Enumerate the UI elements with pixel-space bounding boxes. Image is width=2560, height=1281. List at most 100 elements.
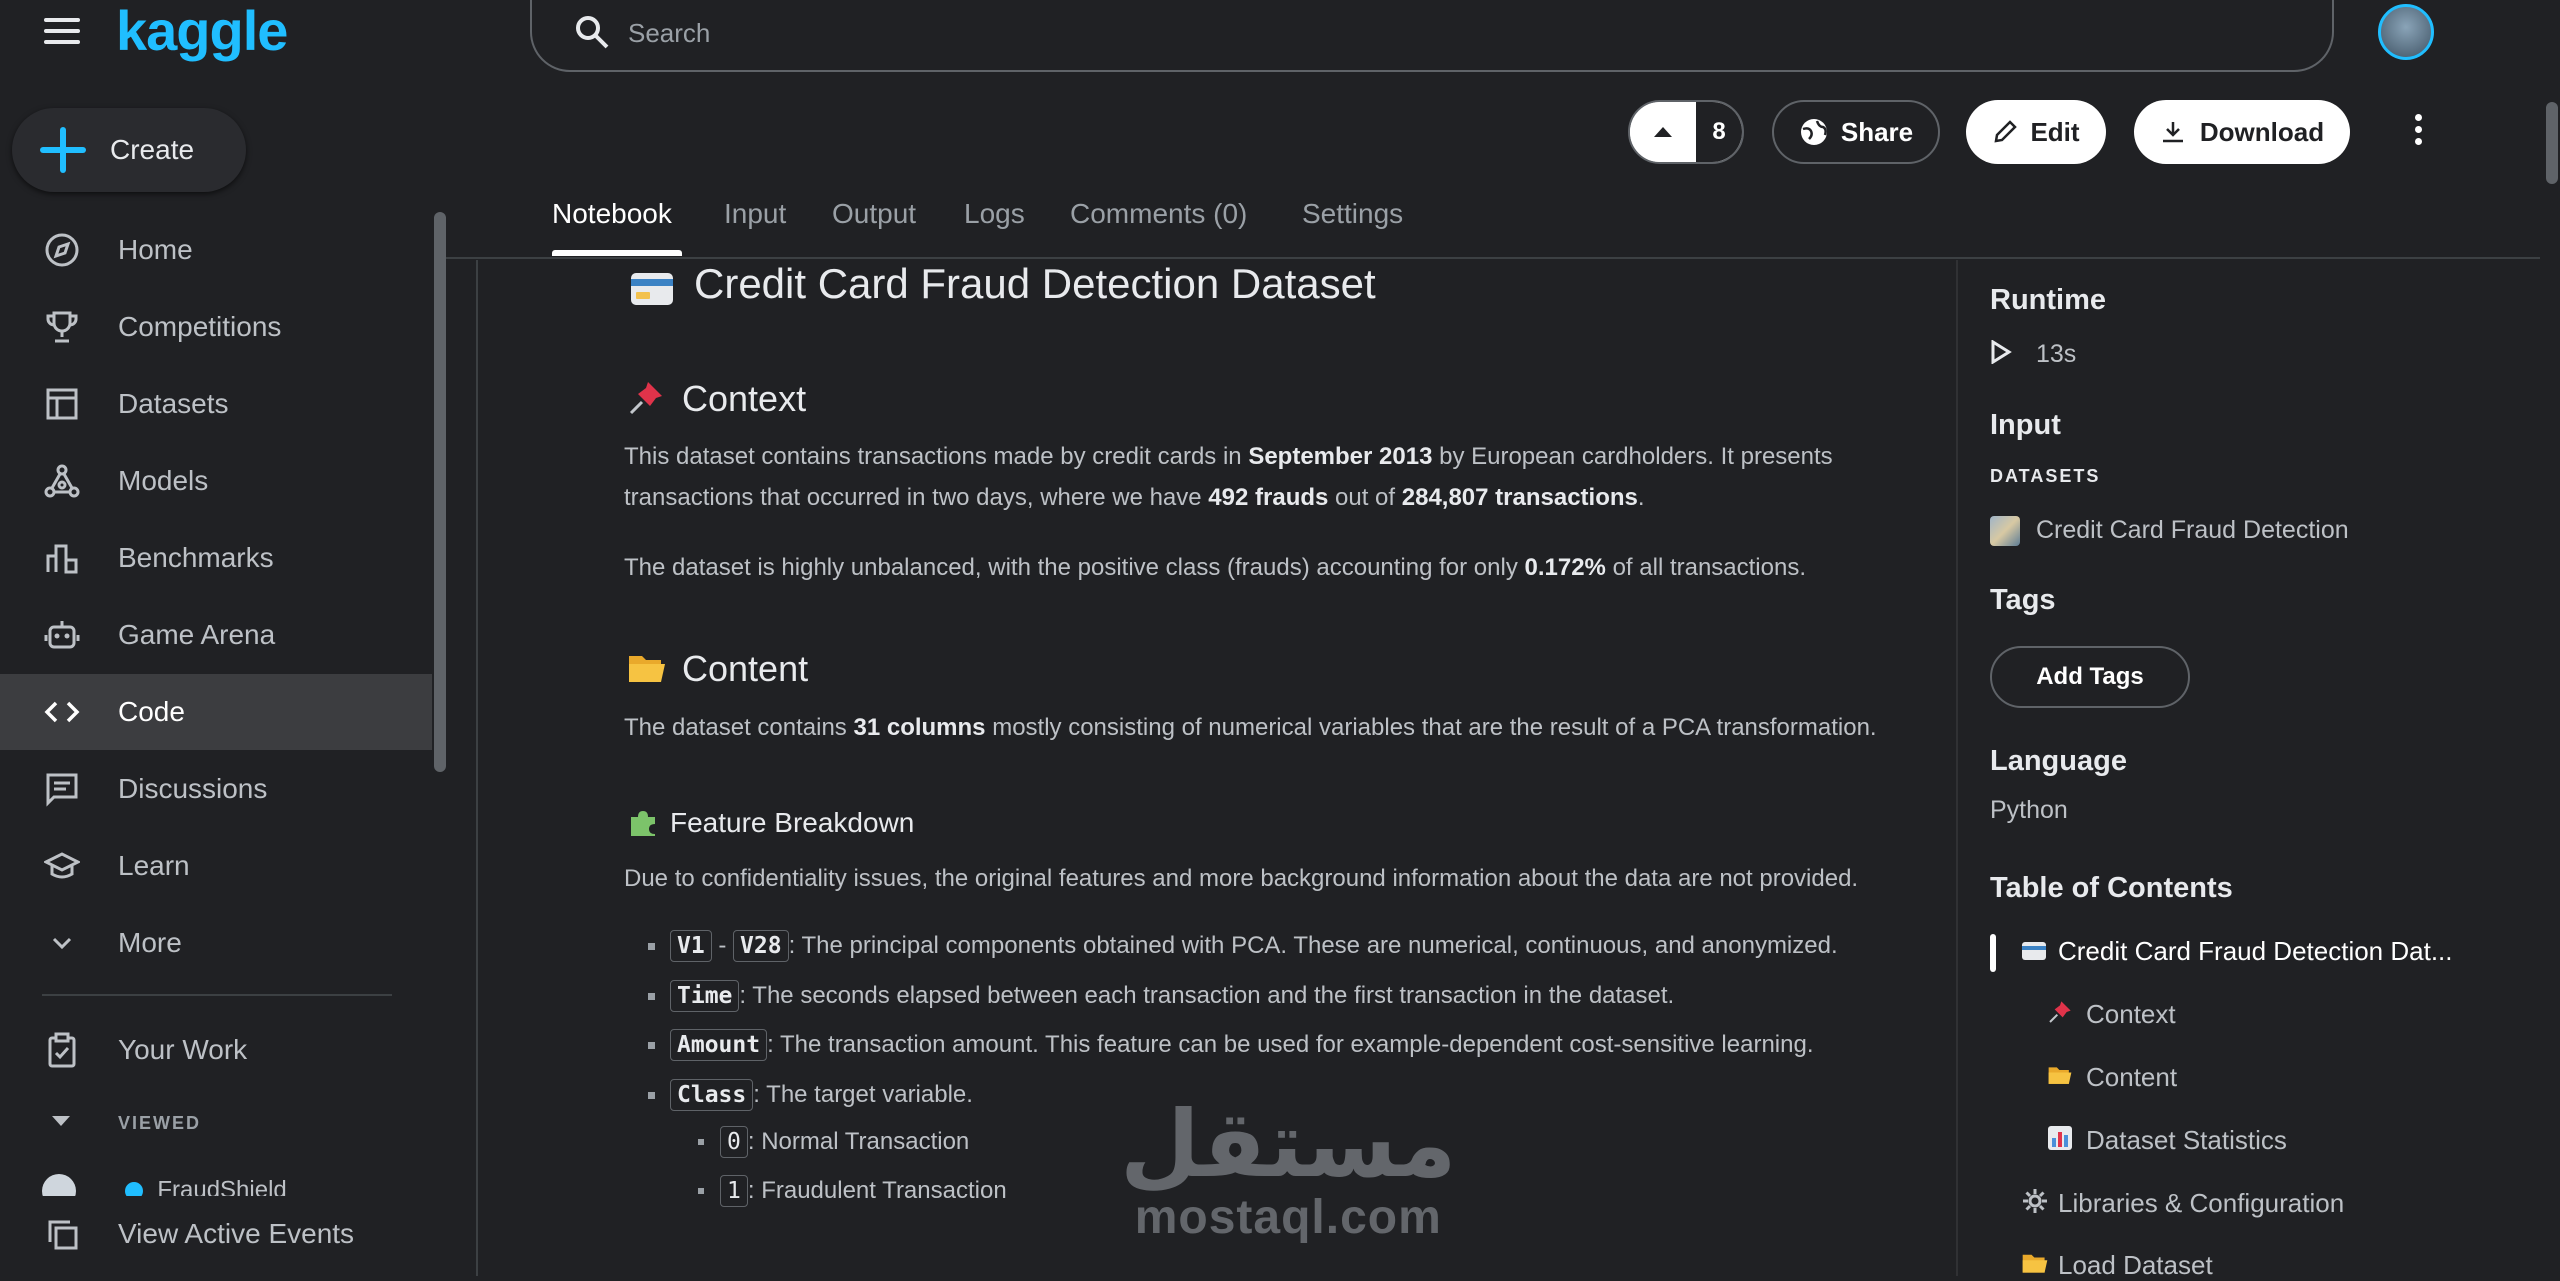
- collapse-arrow-icon[interactable]: [50, 1114, 72, 1128]
- sidebar-item-game-arena[interactable]: Game Arena: [0, 597, 432, 673]
- sidebar-item-label: Learn: [118, 850, 190, 881]
- sidebar-item-code[interactable]: Code: [0, 674, 432, 750]
- download-button[interactable]: Download: [2134, 100, 2350, 164]
- upvote-button[interactable]: 8: [1628, 100, 1744, 164]
- context-paragraph-1: This dataset contains transactions made …: [624, 443, 1833, 511]
- vote-count: 8: [1696, 102, 1742, 162]
- sidebar-item-datasets[interactable]: Datasets: [0, 366, 432, 442]
- viewed-heading: VIEWED: [118, 1113, 202, 1133]
- feature-paragraph: Due to confidentiality issues, the origi…: [624, 865, 1859, 892]
- sidebar-item-label: Models: [118, 465, 209, 496]
- download-icon: [2162, 122, 2183, 143]
- sidebar-border: [476, 260, 478, 1276]
- language-title: Language: [1990, 745, 2127, 777]
- sidebar-item-benchmarks[interactable]: Benchmarks: [0, 520, 432, 596]
- sidebar-item-more[interactable]: More: [0, 905, 432, 981]
- datasets-caption: DATASETS: [1990, 466, 2101, 486]
- view-active-events-link[interactable]: View Active Events: [0, 1196, 432, 1272]
- pushpin-icon: [629, 382, 662, 415]
- active-tab-indicator: [552, 250, 682, 256]
- globe-icon: [1800, 119, 1827, 145]
- sidebar-item-learn[interactable]: Learn: [0, 828, 432, 904]
- clipboard-check-icon: [42, 1030, 82, 1070]
- add-tags-button[interactable]: Add Tags: [1990, 646, 2190, 708]
- search-bar[interactable]: [530, 0, 2334, 72]
- sidebar-item-models[interactable]: Models: [0, 443, 432, 519]
- notebook-title: Credit Card Fraud Detection Dataset: [694, 260, 1376, 307]
- list-item: Class: The target variable.: [648, 1079, 973, 1111]
- sidebar-item-home[interactable]: Home: [0, 212, 432, 288]
- toc-item[interactable]: Libraries & Configuration: [2058, 1188, 2344, 1219]
- sidebar-item-label: Competitions: [118, 311, 282, 342]
- chat-icon: [42, 769, 82, 809]
- tabs-border: [446, 257, 2540, 259]
- tab-notebook[interactable]: Notebook: [552, 198, 672, 230]
- toc-item[interactable]: Context: [2086, 999, 2176, 1030]
- content-paragraph: The dataset contains 31 columns mostly c…: [624, 714, 1877, 741]
- toc-item[interactable]: Load Dataset: [2058, 1250, 2213, 1281]
- pencil-icon: [1994, 120, 2018, 143]
- robot-icon: [42, 615, 82, 655]
- more-vert-icon[interactable]: [2406, 114, 2430, 150]
- language-value: Python: [1990, 796, 2068, 824]
- edit-label: Edit: [2030, 116, 2080, 147]
- content-heading: Content: [682, 648, 809, 689]
- sidebar-item-label: Game Arena: [118, 619, 276, 650]
- create-button[interactable]: Create: [12, 108, 246, 192]
- search-input[interactable]: Search: [628, 18, 710, 49]
- input-title: Input: [1990, 409, 2061, 441]
- tab-comments[interactable]: Comments (0): [1070, 198, 1247, 230]
- sidebar-scrollbar[interactable]: [434, 212, 446, 772]
- tab-logs[interactable]: Logs: [964, 198, 1025, 230]
- dataset-link[interactable]: Credit Card Fraud Detection: [2036, 516, 2349, 545]
- sidebar-item-label: Discussions: [118, 773, 268, 804]
- bar-chart-icon: [2048, 1126, 2072, 1150]
- page-scrollbar[interactable]: [2546, 102, 2558, 184]
- copy-icon: [42, 1214, 82, 1254]
- avatar[interactable]: [2378, 4, 2434, 60]
- share-label: Share: [1840, 116, 1914, 147]
- sidebar-item-competitions[interactable]: Competitions: [0, 289, 432, 365]
- folder-icon: [2048, 1067, 2072, 1084]
- toc-item[interactable]: Content: [2086, 1062, 2177, 1093]
- folder-icon: [2022, 1254, 2048, 1273]
- sidebar-item-label: Code: [118, 696, 185, 727]
- create-label: Create: [110, 134, 195, 165]
- models-icon: [42, 461, 82, 501]
- list-item: Amount: The transaction amount. This fea…: [648, 1029, 1813, 1061]
- pushpin-icon: [2049, 1001, 2071, 1023]
- upvote-arrow-icon: [1630, 102, 1696, 162]
- toc-title: Table of Contents: [1990, 872, 2233, 904]
- tags-title: Tags: [1990, 584, 2056, 616]
- tab-input[interactable]: Input: [724, 198, 786, 230]
- sidebar-item-discussions[interactable]: Discussions: [0, 751, 432, 827]
- plus-icon: [40, 127, 86, 173]
- tab-output[interactable]: Output: [832, 198, 916, 230]
- right-panel-border: [1956, 260, 1958, 1276]
- trophy-icon: [42, 307, 82, 347]
- edit-button[interactable]: Edit: [1966, 100, 2106, 164]
- runtime-title: Runtime: [1990, 284, 2106, 316]
- school-icon: [42, 846, 82, 886]
- feature-breakdown-heading: Feature Breakdown: [670, 807, 915, 838]
- sidebar-item-your-work[interactable]: Your Work: [0, 1012, 432, 1088]
- share-button[interactable]: Share: [1772, 100, 1940, 164]
- chevron-down-icon: [42, 923, 82, 963]
- puzzle-icon: [631, 811, 655, 836]
- list-item: V1 - V28: The principal components obtai…: [648, 930, 1838, 962]
- runtime-value: 13s: [2036, 340, 2077, 368]
- sidebar-item-label: Benchmarks: [118, 542, 274, 573]
- list-item: Time: The seconds elapsed between each t…: [648, 980, 1674, 1012]
- toc-item[interactable]: Credit Card Fraud Detection Dat...: [2058, 936, 2453, 967]
- sidebar-item-label: Datasets: [118, 388, 229, 419]
- compass-icon: [42, 230, 82, 270]
- tab-settings[interactable]: Settings: [1302, 198, 1403, 230]
- kaggle-logo[interactable]: kaggle: [116, 0, 288, 63]
- menu-icon[interactable]: [44, 18, 80, 48]
- watermark-logo: مستقل mostaql.com: [1120, 1091, 1457, 1245]
- credit-card-icon: [631, 273, 673, 305]
- sidebar-item-label: Your Work: [118, 1034, 248, 1065]
- toc-item[interactable]: Dataset Statistics: [2086, 1125, 2287, 1156]
- context-paragraph-2: The dataset is highly unbalanced, with t…: [624, 554, 1807, 581]
- code-icon: [42, 692, 82, 732]
